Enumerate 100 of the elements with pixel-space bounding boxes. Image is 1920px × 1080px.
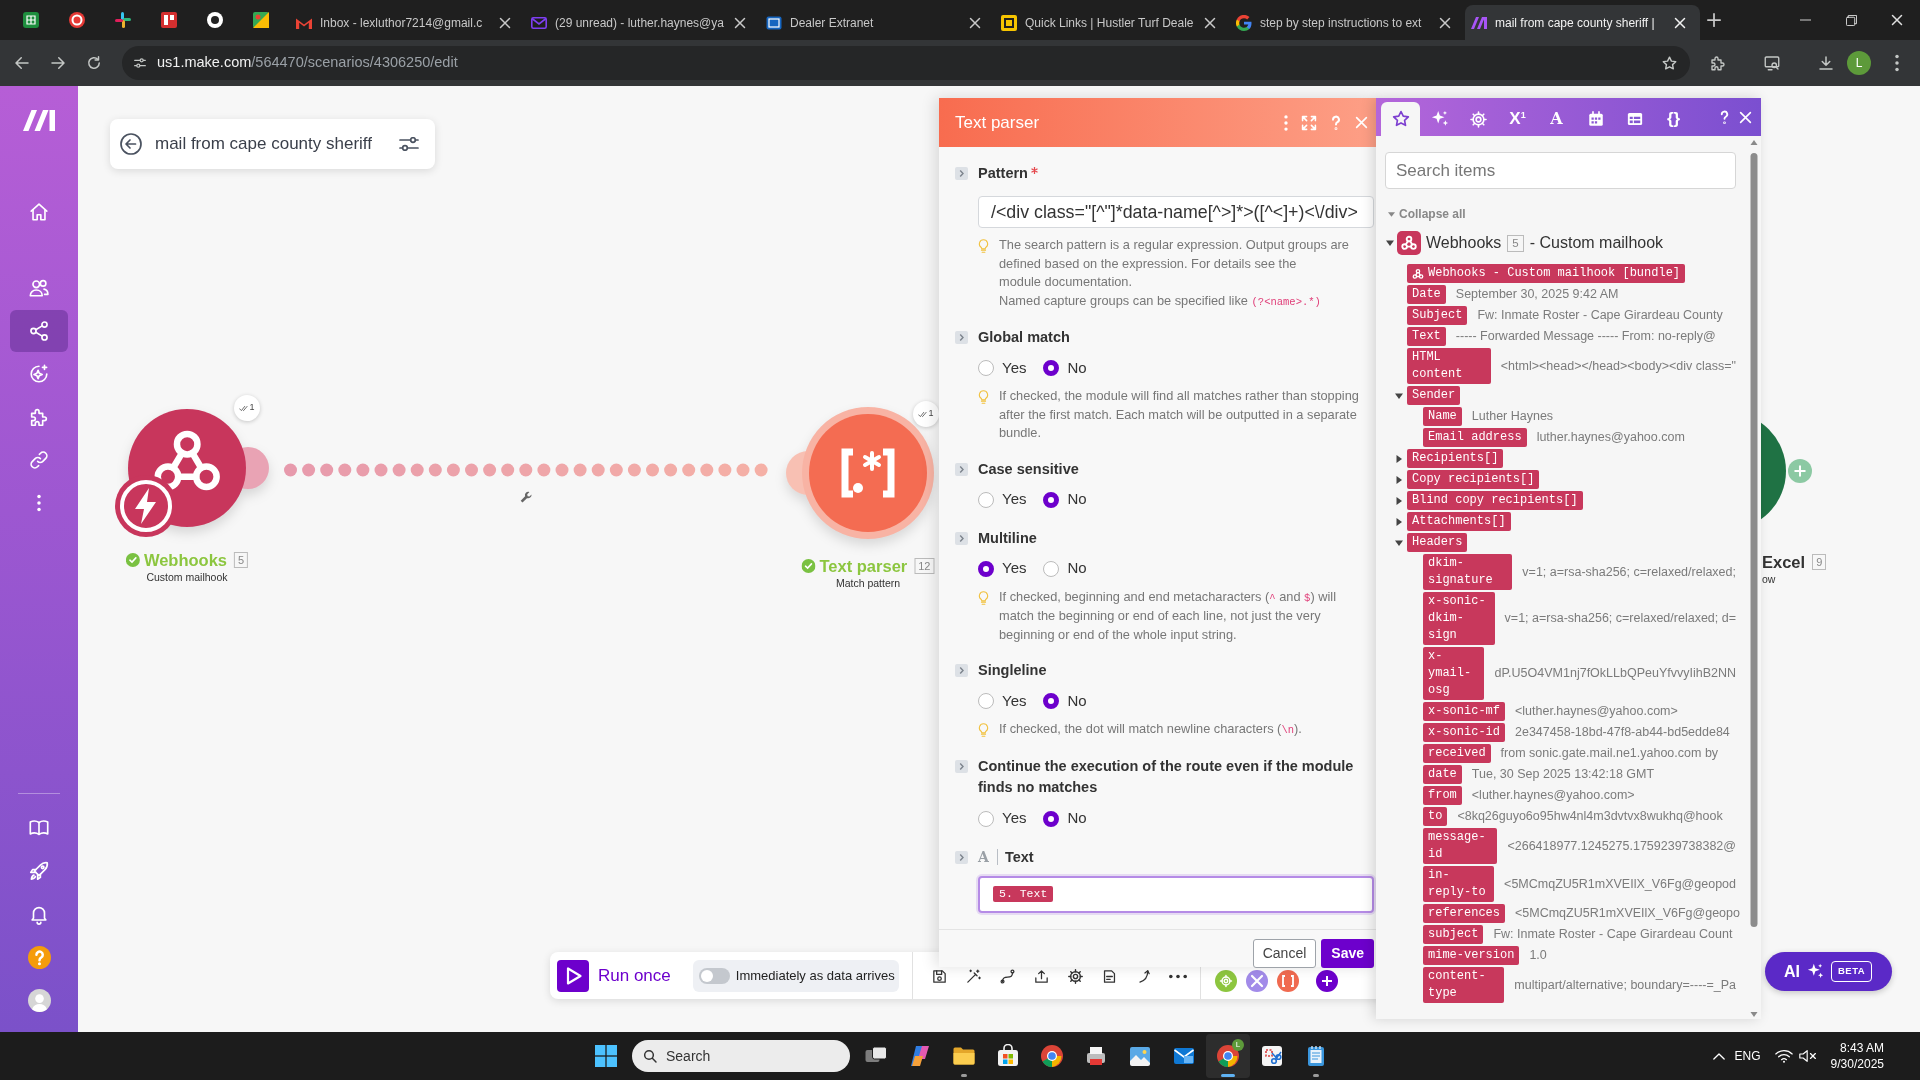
wifi-icon[interactable] — [1774, 1049, 1793, 1063]
mapping-token[interactable]: HTML content — [1407, 348, 1491, 384]
collapse-all-button[interactable]: Collapse all — [1385, 206, 1466, 222]
menu-icon[interactable] — [1895, 54, 1899, 72]
clock-time[interactable]: 8:43 AM — [1839, 1040, 1884, 1056]
mapping-token[interactable]: Email address — [1423, 428, 1527, 447]
browser-tab[interactable]: mail from cape county sheriff | — [1465, 5, 1700, 40]
clock-date[interactable]: 9/30/2025 — [1830, 1056, 1884, 1072]
more-icon[interactable] — [1168, 974, 1187, 979]
mapping-token[interactable]: x-sonic-id — [1423, 723, 1505, 742]
schedule-switch[interactable] — [698, 967, 730, 984]
close-icon[interactable] — [1204, 16, 1216, 29]
browser-tab[interactable]: step by step instructions to ext — [1230, 5, 1465, 40]
ai-button[interactable]: AI BETA — [1765, 952, 1892, 991]
mapping-token[interactable]: Date — [1407, 285, 1446, 304]
table-icon[interactable] — [1625, 110, 1644, 128]
cancel-button[interactable]: Cancel — [1252, 938, 1317, 968]
browser-tab[interactable]: (29 unread) - luther.haynes@ya — [525, 5, 760, 40]
site-settings-icon[interactable] — [132, 55, 148, 71]
avatar-icon[interactable] — [27, 988, 51, 1012]
mapping-token[interactable]: from — [1423, 786, 1462, 805]
mapping-token[interactable]: Attachments[] — [1407, 512, 1511, 531]
option-label[interactable]: Yes — [1002, 488, 1027, 511]
mapping-token[interactable]: Copy recipients[] — [1407, 470, 1540, 489]
back-icon[interactable] — [13, 54, 31, 72]
option-label[interactable]: No — [1067, 689, 1087, 713]
save-icon[interactable] — [930, 968, 948, 985]
mapping-token[interactable]: content-type — [1423, 967, 1505, 1003]
caret-icon[interactable] — [1395, 517, 1403, 526]
mapping-token[interactable]: Sender — [1407, 386, 1461, 405]
caret-icon[interactable] — [1395, 496, 1403, 505]
option-label[interactable]: Yes — [1002, 689, 1027, 713]
mapping-token[interactable]: x-sonic-mf — [1423, 702, 1505, 721]
close-icon[interactable] — [969, 16, 981, 29]
download-icon[interactable] — [1817, 54, 1835, 72]
option-label[interactable]: No — [1067, 356, 1087, 380]
sidebar-button[interactable] — [10, 310, 68, 352]
text-parser-node[interactable] — [786, 407, 934, 539]
scenario-name[interactable]: mail from cape county sheriff — [155, 131, 372, 157]
screen-search-icon[interactable] — [1763, 54, 1781, 72]
radio-button[interactable] — [1043, 810, 1060, 827]
mapping-tab[interactable] — [1381, 102, 1420, 136]
chevron-icon[interactable] — [955, 664, 968, 677]
mapping-tab[interactable]: X$^{1}$ — [1498, 102, 1537, 136]
rocket-icon[interactable] — [28, 860, 50, 882]
minimize-icon[interactable] — [1799, 19, 1811, 21]
sparkles-icon[interactable] — [1430, 110, 1449, 128]
operations-badge[interactable]: 1 — [234, 395, 260, 421]
caret-icon[interactable] — [1386, 239, 1394, 247]
operations-badge[interactable]: 1 — [913, 401, 939, 427]
mapping-token[interactable]: Recipients[] — [1407, 449, 1504, 468]
site-icon[interactable] — [207, 12, 223, 28]
caret-icon[interactable] — [1395, 538, 1403, 547]
radio-button[interactable] — [978, 560, 994, 577]
chevron-icon[interactable] — [955, 462, 968, 476]
browser-tab[interactable]: Dealer Extranet — [760, 5, 995, 40]
mapping-token[interactable]: references — [1423, 904, 1505, 923]
back-icon[interactable] — [120, 133, 142, 155]
mapping-token[interactable]: mime-version — [1423, 946, 1520, 965]
home-icon[interactable] — [28, 201, 50, 223]
language-indicator[interactable]: ENG — [1734, 1047, 1761, 1065]
start-icon[interactable] — [595, 1045, 617, 1067]
settings-icon[interactable] — [1066, 968, 1084, 985]
text-input[interactable]: 5. Text — [978, 875, 1374, 913]
chevron-icon[interactable] — [955, 850, 968, 864]
gear-icon[interactable] — [1469, 109, 1488, 129]
mapping-token[interactable]: Blind copy recipients[] — [1407, 491, 1583, 510]
radio-button[interactable] — [978, 693, 994, 709]
mapping-token[interactable]: Headers — [1407, 533, 1468, 552]
chevron-up-icon[interactable] — [1712, 1052, 1725, 1060]
bookmark-star-icon[interactable] — [1661, 54, 1678, 72]
option-label[interactable]: No — [1067, 807, 1087, 830]
option-label[interactable]: Yes — [1002, 557, 1027, 580]
mapping-token[interactable]: subject — [1423, 925, 1484, 944]
run-once-button[interactable]: Run once — [557, 959, 671, 992]
brackets-icon[interactable] — [1276, 969, 1299, 992]
mapping-token[interactable]: received — [1423, 744, 1491, 763]
option-label[interactable]: No — [1067, 488, 1087, 511]
wrench-icon[interactable] — [520, 491, 534, 505]
caret-icon[interactable] — [1395, 454, 1403, 463]
sliders-icon[interactable] — [399, 137, 419, 151]
plus-icon[interactable] — [1315, 969, 1338, 992]
radio-button[interactable] — [1043, 560, 1060, 577]
link-icon[interactable] — [28, 449, 50, 471]
close-icon[interactable] — [1891, 14, 1903, 26]
site-icon[interactable] — [69, 12, 85, 28]
radio-button[interactable] — [1043, 491, 1060, 508]
restore-icon[interactable] — [1845, 14, 1857, 26]
module-title[interactable]: Excel — [1762, 549, 1806, 575]
search-field[interactable]: Search — [632, 1040, 850, 1072]
route-icon[interactable] — [998, 968, 1016, 985]
site-icon[interactable] — [161, 12, 177, 28]
mapping-token[interactable]: to — [1423, 807, 1448, 826]
mapping-tab[interactable]: {} — [1654, 102, 1693, 136]
taskbar-app[interactable]: L — [1206, 1034, 1250, 1078]
forward-icon[interactable] — [49, 54, 67, 72]
search-field[interactable]: Search items — [1385, 152, 1736, 189]
make-logo[interactable] — [22, 108, 56, 132]
users-icon[interactable] — [28, 277, 50, 299]
radio-button[interactable] — [978, 810, 994, 827]
